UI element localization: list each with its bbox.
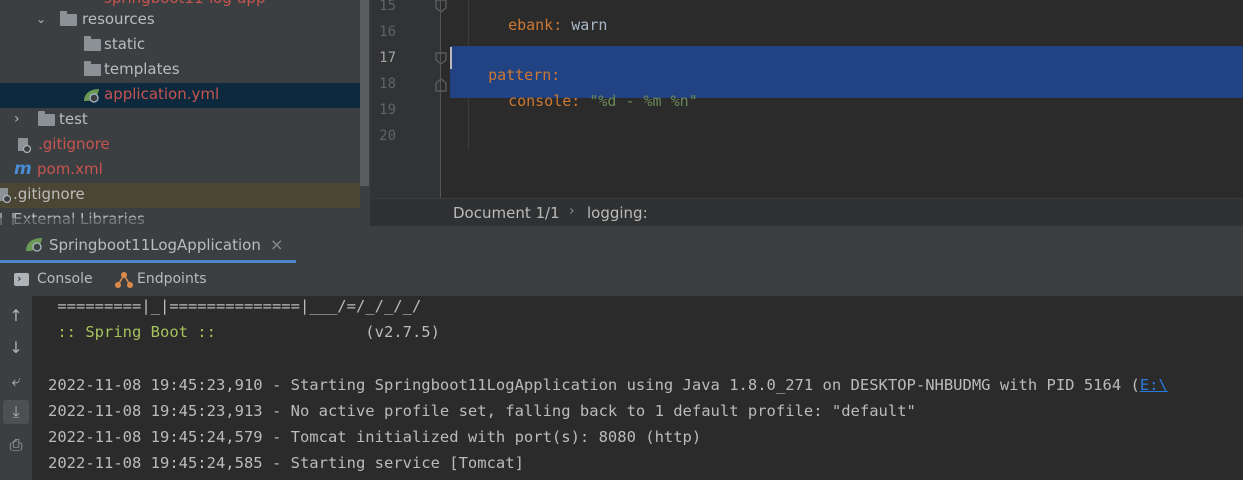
spring-version: (v2.7.5)	[225, 323, 440, 341]
console-file-link[interactable]: E:\	[1140, 376, 1168, 394]
maven-icon: m	[14, 159, 32, 179]
print-icon[interactable]: ⎙	[3, 433, 29, 457]
line-number: 15	[379, 0, 396, 14]
breadcrumb-separator: ›	[569, 203, 575, 219]
console-log-line: 2022-11-08 19:45:24,585 - Starting servi…	[48, 454, 524, 472]
console-log-line: 2022-11-08 19:45:24,579 - Tomcat initial…	[48, 428, 702, 446]
folder-icon	[38, 111, 55, 126]
chevron-down-icon[interactable]: ⌄	[36, 12, 46, 26]
file-ignored-icon	[18, 138, 32, 153]
line-number: 18	[379, 76, 396, 92]
tree-item-application-yml[interactable]: application.yml	[82, 82, 219, 107]
arrow-down-icon[interactable]: ↓	[3, 336, 29, 360]
tab-console-label: Console	[37, 271, 93, 287]
line-number: 17	[379, 50, 396, 66]
tab-endpoints-label: Endpoints	[137, 271, 207, 287]
console-toolbar: ↑ ↓ ⤶ ⤓ ⎙	[0, 296, 32, 480]
project-tree: springboot11-log-app ⌄ resources static …	[0, 0, 370, 226]
run-tab[interactable]: Springboot11LogApplication ×	[0, 226, 296, 264]
tree-item-gitignore[interactable]: .gitignore	[16, 132, 110, 157]
console-log-line: 2022-11-08 19:45:23,910 - Starting Sprin…	[48, 376, 1168, 394]
file-ignored-icon	[0, 188, 12, 203]
tree-item-static[interactable]: static	[82, 32, 145, 57]
run-window-header: Springboot11LogApplication ×	[0, 226, 1243, 264]
breadcrumb-document[interactable]: Document 1/1	[453, 204, 560, 222]
console-spring-line: :: Spring Boot :: (v2.7.5)	[48, 323, 440, 341]
tree-fade	[0, 218, 152, 226]
endpoints-icon	[115, 272, 133, 288]
folder-icon	[60, 11, 77, 26]
console-prompt-glyph: ›	[17, 272, 22, 285]
breadcrumb-path[interactable]: logging:	[587, 204, 648, 222]
tree-item-resources[interactable]: resources	[58, 7, 155, 32]
tree-item-templates[interactable]: templates	[82, 57, 180, 82]
gutter-divider	[440, 0, 441, 198]
line-number: 16	[379, 24, 396, 40]
scroll-to-end-icon[interactable]: ⤓	[3, 400, 29, 424]
console-log-line: 2022-11-08 19:45:23,913 - No active prof…	[48, 402, 916, 420]
chevron-right-icon[interactable]: ›	[14, 111, 20, 127]
folder-icon	[84, 61, 101, 76]
soft-wrap-icon[interactable]: ⤶	[3, 369, 29, 393]
code-line-15[interactable]: ebank: warn	[490, 0, 607, 34]
spring-run-icon	[26, 238, 42, 252]
tree-item-gitignore-root[interactable]: .gitignore	[0, 182, 85, 207]
fold-icon[interactable]	[434, 0, 448, 14]
tab-endpoints[interactable]: Endpoints	[108, 264, 218, 296]
folder-icon	[84, 36, 101, 51]
tree-item-test[interactable]: test	[36, 107, 88, 132]
fold-end-icon[interactable]	[434, 78, 448, 92]
text-caret	[450, 47, 452, 69]
tab-console[interactable]: › Console	[0, 264, 100, 296]
tree-scrollbar[interactable]	[360, 0, 369, 186]
close-icon[interactable]: ×	[270, 235, 283, 254]
code-line-18[interactable]: console: "%d - %m %n"	[490, 74, 698, 110]
spring-yml-icon	[84, 89, 99, 103]
console-banner-line: =========|_|==============|___/=/_/_/_/	[48, 297, 422, 315]
line-number: 19	[379, 102, 396, 118]
line-number: 20	[379, 128, 396, 144]
editor-breadcrumb: Document 1/1 › logging:	[370, 198, 1243, 227]
spring-boot-label: :: Spring Boot ::	[48, 323, 226, 341]
run-tab-title: Springboot11LogApplication	[49, 236, 261, 254]
arrow-up-icon[interactable]: ↑	[3, 304, 29, 328]
fold-icon[interactable]	[434, 52, 448, 66]
tree-item-pom-xml[interactable]: m pom.xml	[14, 157, 103, 182]
run-subtabs: › Console Endpoints	[0, 264, 1243, 296]
active-tab-indicator	[0, 260, 296, 263]
